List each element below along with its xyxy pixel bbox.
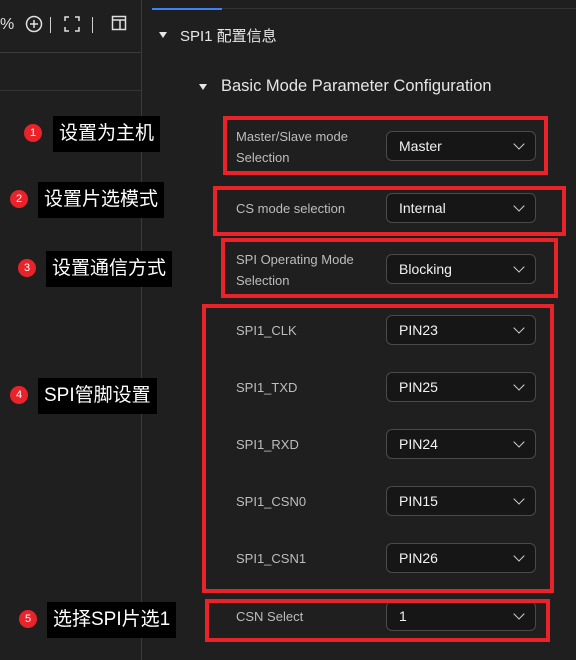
panel-layout-icon[interactable] xyxy=(111,15,127,37)
annotation-label: 设置片选模式 xyxy=(38,182,165,218)
toolbar-separator xyxy=(50,17,51,33)
annotation-label: 选择SPI片选1 xyxy=(47,602,177,638)
annotation-label: SPI管脚设置 xyxy=(38,378,157,414)
collapse-caret-icon[interactable] xyxy=(199,84,207,90)
subsection-title[interactable]: Basic Mode Parameter Configuration xyxy=(221,77,492,96)
zoom-in-icon[interactable] xyxy=(25,15,43,39)
zoom-percent-label: % xyxy=(0,16,15,33)
annotation-number: 2 xyxy=(10,190,28,208)
highlight-box xyxy=(213,186,566,236)
collapse-caret-icon[interactable] xyxy=(159,32,167,38)
annotation-number: 4 xyxy=(10,386,28,404)
left-pane: % xyxy=(0,0,141,660)
annotation-label: 设置为主机 xyxy=(53,116,161,152)
active-tab-indicator xyxy=(152,8,222,10)
annotation-number: 3 xyxy=(18,259,36,277)
toolbar-separator xyxy=(92,17,93,33)
highlight-box xyxy=(221,238,558,298)
highlight-box xyxy=(202,304,554,593)
annotation-number: 5 xyxy=(19,610,37,628)
highlight-box xyxy=(223,116,548,175)
annotation-label: 设置通信方式 xyxy=(46,251,173,287)
divider xyxy=(0,90,141,91)
annotation-number: 1 xyxy=(24,124,42,142)
section-title: SPI1 配置信息 xyxy=(180,28,277,45)
highlight-box xyxy=(205,599,550,642)
divider xyxy=(222,8,576,9)
fit-view-icon[interactable] xyxy=(63,15,81,39)
canvas-toolbar: % xyxy=(0,0,141,53)
